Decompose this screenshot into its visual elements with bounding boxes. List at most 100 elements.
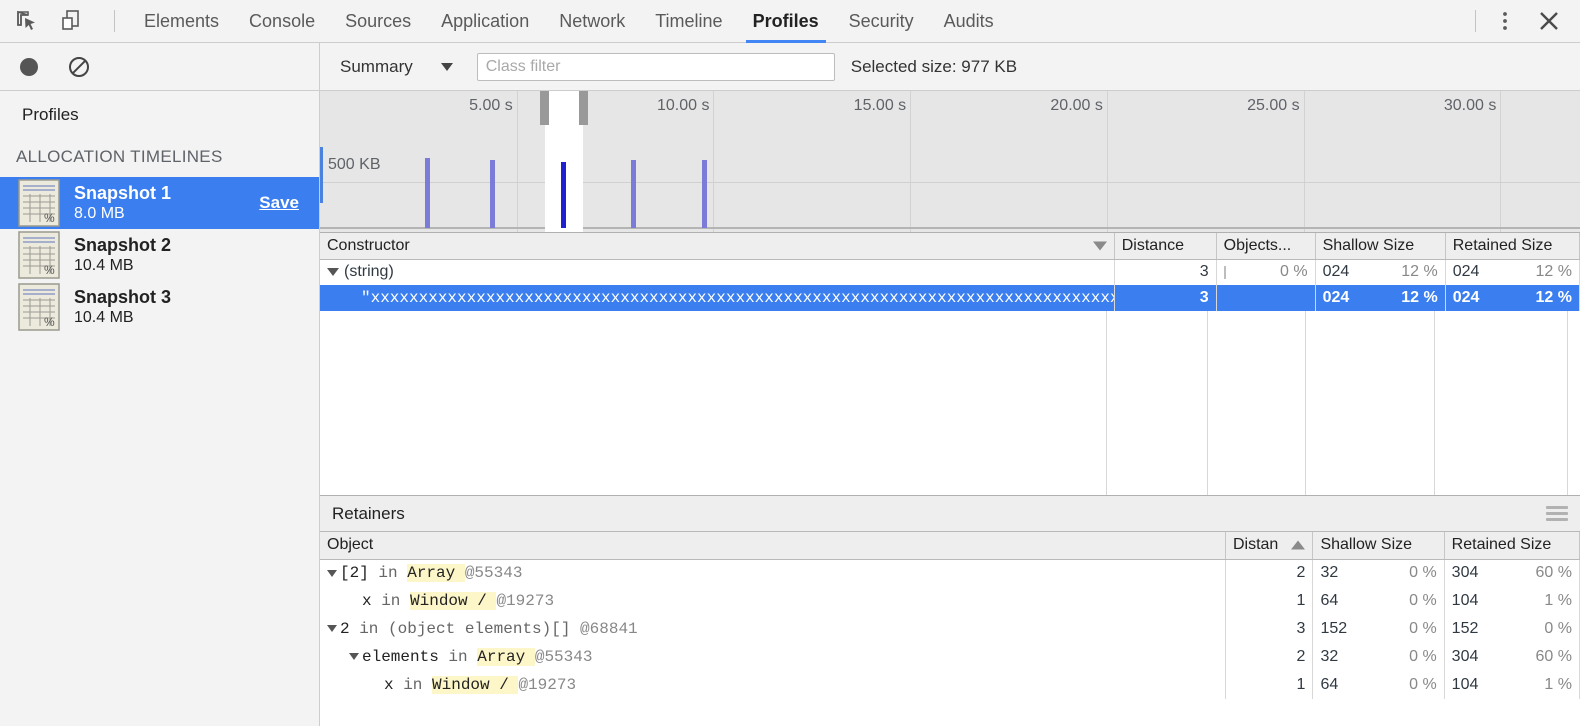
overview-gridline: [1107, 91, 1108, 232]
retainer-id: @55343: [535, 648, 593, 666]
tab-sources[interactable]: Sources: [330, 0, 426, 43]
cell-retained-size: 024 12 %: [1445, 285, 1579, 311]
retainer-relation: in: [403, 676, 432, 694]
overview-allocation-bar: [425, 158, 430, 228]
view-mode-select[interactable]: Summary: [334, 57, 459, 77]
cell-ret-shallow-size-percent: 0 %: [1409, 676, 1437, 694]
overview-window-right-handle[interactable]: [579, 91, 588, 125]
overview-time-tick-label: 20.00 s: [1050, 97, 1106, 115]
column-header-ret-shallow-size[interactable]: Shallow Size: [1313, 532, 1444, 559]
cell-ret-shallow-size: 320 %: [1313, 559, 1444, 587]
column-header-distance[interactable]: Distance: [1114, 233, 1216, 259]
retained-size-percent: 12 %: [1536, 289, 1572, 307]
cell-ret-distance: 1: [1225, 587, 1312, 615]
column-header-ret-distance[interactable]: Distan: [1225, 532, 1312, 559]
sidebar-item-snapshot-2[interactable]: % Snapshot 2 10.4 MB: [0, 229, 319, 281]
expand-triangle-icon[interactable]: [327, 268, 339, 276]
tabbar-right-icons: [1461, 6, 1580, 36]
column-header-constructor[interactable]: Constructor: [320, 233, 1114, 259]
clear-prohibition-icon[interactable]: [66, 54, 92, 80]
retainer-id: @19273: [496, 592, 554, 610]
retainer-key: elements: [362, 648, 448, 666]
expand-triangle-icon[interactable]: [349, 653, 359, 660]
retainers-title: Retainers: [332, 504, 405, 524]
tab-security[interactable]: Security: [834, 0, 929, 43]
overview-window-left-handle[interactable]: [540, 91, 549, 125]
overview-allocation-bar: [702, 160, 707, 228]
column-header-object-label: Object: [327, 536, 373, 553]
panel-tabs: Elements Console Sources Application Net…: [129, 0, 1009, 43]
tab-elements[interactable]: Elements: [129, 0, 234, 43]
cell-shallow-size: 024 12 %: [1315, 285, 1445, 311]
tab-console[interactable]: Console: [234, 0, 330, 43]
sidebar-item-snapshot-3[interactable]: % Snapshot 3 10.4 MB: [0, 281, 319, 333]
devtools-window: Elements Console Sources Application Net…: [0, 0, 1580, 726]
column-header-shallow-size[interactable]: Shallow Size: [1315, 233, 1445, 259]
cell-ret-shallow-size: 1520 %: [1313, 615, 1444, 643]
svg-text:%: %: [44, 315, 55, 329]
column-header-objects[interactable]: Objects...: [1216, 233, 1315, 259]
expand-triangle-icon[interactable]: [327, 570, 337, 577]
snapshot-icon: %: [16, 282, 62, 332]
table-row[interactable]: x in Window / @192731640 %1041 %: [320, 587, 1580, 615]
column-header-retained-size[interactable]: Retained Size: [1445, 233, 1579, 259]
column-header-object[interactable]: Object: [320, 532, 1225, 559]
record-circle-icon[interactable]: [16, 54, 42, 80]
table-row[interactable]: elements in Array @553432320 %30460 %: [320, 643, 1580, 671]
table-row[interactable]: 2 in (object elements)[] @6884131520 %15…: [320, 615, 1580, 643]
sidebar-section-allocation-timelines: ALLOCATION TIMELINES: [0, 139, 319, 177]
tab-network[interactable]: Network: [544, 0, 640, 43]
kebab-menu-icon[interactable]: [1490, 6, 1520, 36]
table-row[interactable]: (string) 3 0 %: [320, 259, 1580, 285]
save-snapshot-link[interactable]: Save: [259, 193, 305, 213]
devtools-tabbar: Elements Console Sources Application Net…: [0, 0, 1580, 43]
tab-timeline[interactable]: Timeline: [640, 0, 737, 43]
allocation-timeline-overview[interactable]: 5.00 s10.00 s15.00 s20.00 s25.00 s30.00 …: [320, 91, 1580, 233]
snapshot-name: Snapshot 3: [74, 287, 305, 308]
table-row[interactable]: "xxxxxxxxxxxxxxxxxxxxxxxxxxxxxxxxxxxxxxx…: [320, 285, 1580, 311]
column-header-ret-shallow-size-label: Shallow Size: [1320, 536, 1412, 553]
overview-time-tick-label: 30.00 s: [1444, 97, 1500, 115]
class-filter-input[interactable]: [477, 53, 835, 81]
retainers-header-row: Object Distan Shallow Size: [320, 532, 1580, 559]
column-header-ret-retained-size[interactable]: Retained Size: [1444, 532, 1579, 559]
close-icon[interactable]: [1534, 6, 1564, 36]
table-row[interactable]: x in Window / @192731640 %1041 %: [320, 671, 1580, 699]
cell-ret-shallow-size-value: 32: [1320, 648, 1338, 666]
shallow-size-value: 024: [1323, 289, 1350, 307]
cell-ret-distance-value: 2: [1297, 564, 1306, 582]
svg-text:%: %: [44, 263, 55, 277]
shallow-size-percent: 12 %: [1401, 289, 1437, 307]
constructors-empty-area: [320, 311, 1580, 495]
cell-ret-retained-size-value: 304: [1452, 564, 1479, 582]
device-toolbar-icon[interactable]: [56, 6, 86, 36]
distance-value: 3: [1200, 263, 1209, 281]
table-row[interactable]: [2] in Array @553432320 %30460 %: [320, 559, 1580, 587]
overview-gridline: [713, 91, 714, 232]
cell-ret-retained-size-percent: 0 %: [1544, 620, 1572, 638]
toolbar-divider-right: [1475, 10, 1476, 32]
hamburger-menu-icon[interactable]: [1546, 506, 1568, 521]
cell-ret-retained-size: 30460 %: [1444, 559, 1579, 587]
cell-ret-retained-size: 1041 %: [1444, 587, 1579, 615]
tab-audits[interactable]: Audits: [929, 0, 1009, 43]
cell-ret-retained-size: 30460 %: [1444, 643, 1579, 671]
inspect-element-icon[interactable]: [12, 6, 42, 36]
profiles-sidebar: Profiles ALLOCATION TIMELINES: [0, 91, 320, 726]
cell-ret-distance-value: 2: [1297, 648, 1306, 666]
tab-profiles[interactable]: Profiles: [738, 0, 834, 43]
toolbar-divider: [114, 10, 115, 32]
column-header-ret-retained-size-label: Retained Size: [1452, 536, 1552, 553]
cell-ret-distance: 2: [1225, 559, 1312, 587]
snapshot-icon: %: [16, 178, 62, 228]
overview-size-tick-label: 500 KB: [328, 156, 380, 174]
retainer-relation: in: [378, 564, 407, 582]
overview-allocation-bar: [631, 160, 636, 228]
expand-triangle-icon[interactable]: [327, 625, 337, 632]
retainer-key: x: [362, 592, 381, 610]
sidebar-item-snapshot-1[interactable]: % Snapshot 1 8.0 MB Save: [0, 177, 319, 229]
tab-application[interactable]: Application: [426, 0, 544, 43]
cell-ret-retained-size-percent: 1 %: [1544, 676, 1572, 694]
retainers-header: Retainers: [320, 496, 1580, 532]
overview-gridline: [1304, 91, 1305, 232]
